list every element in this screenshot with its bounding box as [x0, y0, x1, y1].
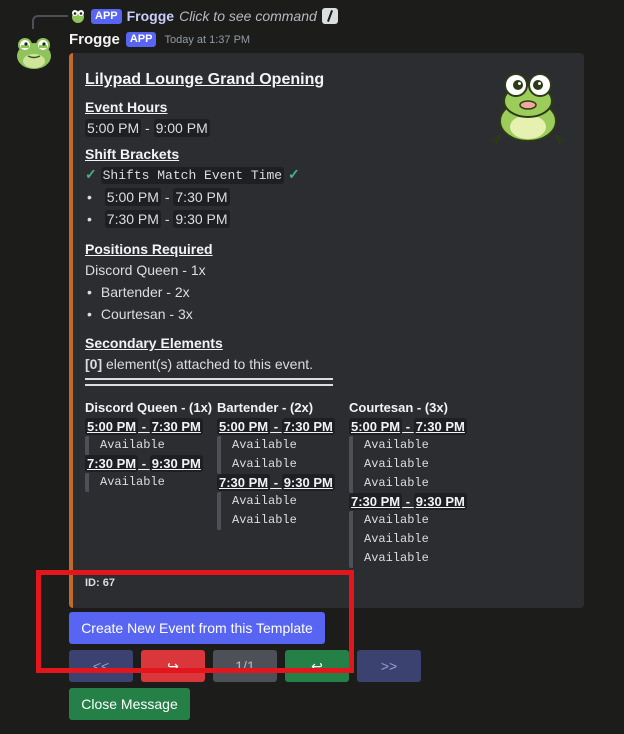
time-start: 5:00 PM: [217, 418, 271, 435]
positions-heading: Positions Required: [85, 241, 213, 257]
availability-entry: Available: [364, 551, 429, 565]
availability-entry: Available: [364, 532, 429, 546]
frog-avatar-icon: [72, 10, 84, 23]
availability-entry: Available: [100, 475, 165, 489]
slash-command-icon: [321, 8, 338, 24]
time-separator: -: [138, 456, 150, 471]
reply-connector: [32, 15, 68, 29]
time-separator: -: [270, 475, 282, 490]
close-message-button[interactable]: Close Message: [69, 688, 190, 720]
time-separator: -: [164, 189, 170, 205]
time-separator: -: [402, 419, 414, 434]
column-title: Courtesan - (3x): [349, 400, 448, 415]
app-badge: APP: [125, 32, 157, 47]
reply-author[interactable]: Frogge: [127, 8, 174, 24]
slot-entries: Available Available Available: [349, 436, 429, 493]
slot-time: 7:30 PM - 9:30 PM: [349, 493, 467, 510]
slot-entries: Available Available: [217, 492, 297, 530]
time-start: 7:30 PM: [217, 474, 271, 491]
time-start: 7:30 PM: [349, 493, 403, 510]
check-mark-icon: ✓: [85, 166, 97, 182]
time-separator: -: [145, 120, 150, 136]
column-title: Discord Queen - (1x): [85, 400, 213, 415]
slot-time: 5:00 PM - 7:30 PM: [217, 418, 335, 435]
slot-entries: Available Available Available: [349, 511, 429, 568]
time-end: 9:30 PM: [149, 455, 203, 472]
event-hours-value: 5:00 PM - 9:00 PM: [85, 119, 210, 137]
check-mark-icon: ✓: [287, 166, 300, 182]
time-start: 5:00 PM: [349, 418, 403, 435]
time-end: 9:30 PM: [413, 493, 467, 510]
availability-entry: Available: [364, 457, 429, 471]
slot-time: 7:30 PM - 9:30 PM: [217, 474, 335, 491]
last-page-button[interactable]: >>: [357, 650, 421, 682]
event-embed: Lilypad Lounge Grand Opening Event Hours…: [69, 53, 584, 608]
availability-entry: Available: [232, 457, 297, 471]
frog-mascot-icon: [491, 73, 565, 145]
slot-time: 5:00 PM - 7:30 PM: [85, 418, 203, 435]
time-end: 7:30 PM: [413, 418, 467, 435]
secondary-count: [0]: [85, 356, 103, 372]
availability-entry: Available: [100, 438, 165, 452]
availability-entry: Available: [232, 438, 297, 452]
position-lead: Discord Queen - 1x: [85, 262, 206, 278]
message-header: Frogge APP Today at 1:37 PM: [69, 31, 250, 48]
secondary-heading: Secondary Elements: [85, 335, 223, 351]
availability-entry: Available: [364, 438, 429, 452]
availability-entry: Available: [232, 513, 297, 527]
time-end: 9:30 PM: [281, 474, 335, 491]
position-item: Bartender - 2x: [87, 284, 190, 300]
time-start: 5:00 PM: [85, 418, 139, 435]
secondary-text: element(s) attached to this event.: [106, 356, 314, 372]
availability-entry: Available: [364, 513, 429, 527]
time-start: 7:30 PM: [104, 210, 161, 228]
time-separator: -: [402, 494, 414, 509]
reply-command-text[interactable]: Click to see command: [179, 8, 317, 24]
time-separator: -: [270, 419, 282, 434]
time-start: 5:00 PM: [85, 119, 142, 137]
frog-avatar-icon[interactable]: [14, 32, 54, 72]
time-start: 5:00 PM: [104, 188, 161, 206]
time-end: 9:00 PM: [153, 119, 210, 137]
availability-entry: Available: [364, 476, 429, 490]
shift-bracket-item: 7:30 PM - 9:30 PM: [87, 210, 230, 228]
column-title: Bartender - (2x): [217, 400, 314, 415]
position-item: Courtesan - 3x: [87, 306, 193, 322]
shift-brackets-heading: Shift Brackets: [85, 146, 180, 162]
shifts-match-line: ✓ Shifts Match Event Time ✓: [85, 166, 300, 184]
reply-reference[interactable]: APP Frogge Click to see command: [70, 7, 338, 25]
event-hours-heading: Event Hours: [85, 99, 168, 115]
time-end: 7:30 PM: [149, 418, 203, 435]
annotation-highlight-box: [36, 570, 354, 673]
divider: [85, 378, 333, 386]
time-separator: -: [164, 211, 170, 227]
slot-time: 5:00 PM - 7:30 PM: [349, 418, 467, 435]
time-end: 7:30 PM: [281, 418, 335, 435]
shift-bracket-item: 5:00 PM - 7:30 PM: [87, 188, 230, 206]
time-end: 7:30 PM: [173, 188, 230, 206]
shifts-match-text: Shifts Match Event Time: [100, 167, 285, 184]
slot-entries: Available: [85, 436, 165, 455]
time-end: 9:30 PM: [173, 210, 230, 228]
slot-entries: Available: [85, 473, 165, 492]
message-author[interactable]: Frogge: [69, 31, 120, 48]
slot-entries: Available Available: [217, 436, 297, 474]
message-timestamp: Today at 1:37 PM: [164, 33, 251, 46]
app-badge: APP: [91, 8, 122, 24]
availability-entry: Available: [232, 494, 297, 508]
time-start: 7:30 PM: [85, 455, 139, 472]
secondary-line: [0] element(s) attached to this event.: [85, 356, 313, 372]
event-title: Lilypad Lounge Grand Opening: [85, 71, 325, 88]
time-separator: -: [138, 419, 150, 434]
slot-time: 7:30 PM - 9:30 PM: [85, 455, 203, 472]
